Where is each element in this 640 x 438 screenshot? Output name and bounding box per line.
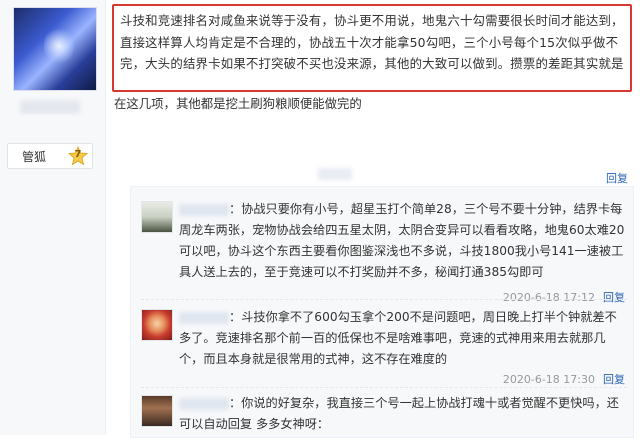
comment-thread: ：协战只要你有小号，超星玉打个简单28，三个号不要十分钟，结界卡每周龙车两张，宠… [130,186,634,438]
post-text: 斗技和竞速排名对咸鱼来说等于没有，协斗更不用说，地鬼六十勾需要很长时间才能达到，… [120,13,624,71]
level-badge: 7 [68,145,88,166]
comment-time: 2020-6-18 17:12 [502,291,595,304]
commenter-avatar[interactable] [141,201,173,233]
author-name-redacted[interactable] [20,100,80,114]
commenter-name-redacted[interactable] [179,203,229,216]
comment-reply-link[interactable]: 回复 [603,373,625,386]
comment-text: ：你说的好复杂，我直接三个号一起上协战打魂十或者觉醒不更快吗，还可以自动回复 多… [179,396,619,431]
member-tag-label: 管狐 [22,150,47,164]
post-reply-label[interactable]: 回复 [606,172,628,185]
comment-body: ：协战只要你有小号，超星玉打个简单28，三个号不要十分钟，结界卡每周龙车两张，宠… [179,199,625,283]
forum-member-tag[interactable]: 管狐 7 [7,143,93,169]
comment-text: ：斗技你拿不了600勾玉拿个200不是问题吧，周日晚上打半个钟就差不多了。竞速排… [179,310,617,366]
post-content-box: 斗技和竞速排名对咸鱼来说等于没有，协斗更不用说，地鬼六十勾需要很长时间才能达到，… [112,4,632,92]
comment-body: ：你说的好复杂，我直接三个号一起上协战打魂十或者觉醒不更快吗，还可以自动回复 多… [179,393,625,435]
level-number: 7 [74,149,82,160]
commenter-name-redacted[interactable] [179,311,229,324]
avatar-art [44,26,74,66]
commenter-avatar[interactable] [141,309,173,341]
comment-divider [141,299,627,300]
post-reply-link[interactable]: 回复 [606,170,628,186]
comment-reply-link[interactable]: 回复 [603,291,625,304]
comment-body: ：斗技你拿不了600勾玉拿个200不是问题吧，周日晚上打半个钟就差不多了。竞速排… [179,307,625,370]
redacted-mark [318,168,352,180]
comment-time: 2020-6-18 17:30 [502,373,595,386]
commenter-avatar[interactable] [141,395,173,427]
author-avatar[interactable] [13,7,97,91]
author-sidebar: 管狐 7 [0,0,106,435]
post-text-continued: 在这几项，其他都是挖土刷狗粮顺便能做完的 [114,96,362,111]
comment-text: ：协战只要你有小号，超星玉打个简单28，三个号不要十分钟，结界卡每周龙车两张，宠… [179,202,625,279]
comment-meta: 2020-6-18 17:12 回复 [503,289,625,305]
comment-divider [141,387,627,388]
commenter-name-redacted[interactable] [179,397,229,410]
comment-meta: 2020-6-18 17:30 回复 [503,371,625,387]
